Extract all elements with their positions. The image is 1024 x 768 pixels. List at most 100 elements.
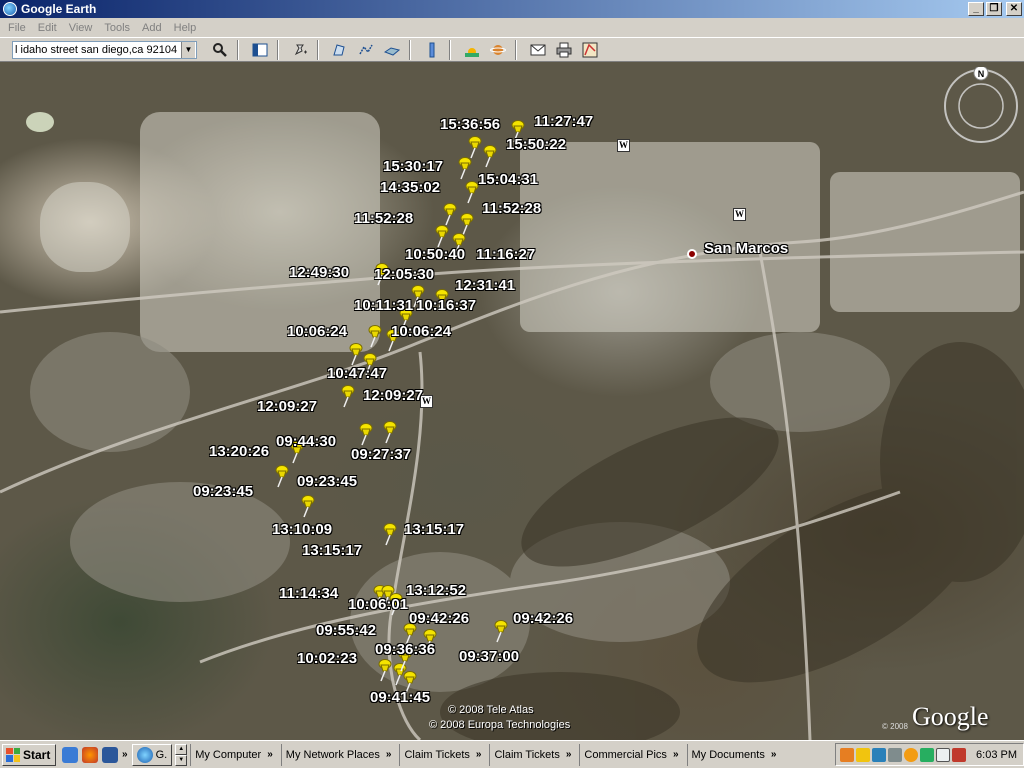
timestamp-label[interactable]: 09:27:37 [351, 446, 411, 463]
pushpin-icon[interactable] [491, 619, 509, 643]
timestamp-label[interactable]: 09:36:36 [375, 641, 435, 658]
timestamp-label[interactable]: 09:55:42 [316, 622, 376, 639]
timestamp-label[interactable]: 10:47:47 [327, 365, 387, 382]
mail-icon[interactable] [936, 747, 951, 762]
search-dropdown-button[interactable]: ▼ [181, 41, 195, 58]
link-my-documents[interactable]: My Documents » [686, 743, 785, 766]
timestamp-label[interactable]: 14:35:02 [380, 179, 440, 196]
flower-icon[interactable] [904, 747, 919, 762]
pushpin-icon[interactable] [455, 156, 473, 180]
tray-app-icon[interactable] [840, 747, 855, 762]
pushpin-icon[interactable] [380, 420, 398, 444]
city-marker[interactable] [687, 249, 697, 259]
restore-button[interactable]: ❐ [986, 2, 1002, 16]
pushpin-icon[interactable] [272, 464, 290, 488]
timestamp-label[interactable]: 09:23:45 [297, 473, 357, 490]
timestamp-label[interactable]: 10:06:24 [391, 323, 451, 340]
timestamp-label[interactable]: 13:20:26 [209, 443, 269, 460]
pushpin-icon[interactable] [365, 324, 383, 348]
menu-view[interactable]: View [63, 22, 99, 34]
timestamp-label[interactable]: 10:02:23 [297, 650, 357, 667]
search-combo[interactable]: ▼ [12, 40, 197, 59]
firefox-icon[interactable] [82, 746, 98, 763]
timestamp-label[interactable]: 11:16:27 [476, 246, 535, 263]
link-my-computer[interactable]: My Computer » [190, 743, 281, 766]
timestamp-label[interactable]: 09:44:30 [276, 433, 336, 450]
timestamp-label[interactable]: 11:52:28 [482, 200, 541, 217]
timestamp-label[interactable]: 13:12:52 [406, 582, 466, 599]
wikipedia-icon[interactable]: W [733, 208, 746, 221]
add-path-button[interactable] [355, 40, 377, 60]
timestamp-label[interactable]: 09:41:45 [370, 689, 430, 706]
sunlight-button[interactable] [461, 40, 483, 60]
map-viewport[interactable]: W W W San Marcos 15:36:56 11:27:47 15:50:2… [0, 62, 1024, 740]
link-commercial-pics[interactable]: Commercial Pics » [579, 743, 686, 766]
timestamp-label[interactable]: 15:04:31 [478, 171, 538, 188]
menu-add[interactable]: Add [136, 22, 168, 34]
menu-edit[interactable]: Edit [32, 22, 63, 34]
timestamp-label[interactable]: 12:05:30 [374, 266, 434, 283]
quick-launch-chevron[interactable]: » [122, 749, 128, 760]
timestamp-label[interactable]: 09:23:45 [193, 483, 253, 500]
ruler-button[interactable] [421, 40, 443, 60]
ie-icon[interactable] [62, 746, 78, 763]
task-scroll[interactable]: ▲ ▼ [175, 743, 188, 766]
timestamp-label[interactable]: 11:52:28 [354, 210, 413, 227]
view-in-maps-button[interactable] [579, 40, 601, 60]
navigation-compass[interactable]: N [942, 67, 1020, 145]
menu-tools[interactable]: Tools [98, 22, 136, 34]
timestamp-label[interactable]: 12:49:30 [289, 264, 349, 281]
timestamp-label[interactable]: 11:27:47 [534, 113, 593, 130]
word-icon[interactable] [102, 746, 118, 763]
menu-file[interactable]: File [2, 22, 32, 34]
network-icon[interactable] [872, 747, 887, 762]
print-button[interactable] [553, 40, 575, 60]
pushpin-icon[interactable] [338, 384, 356, 408]
sidebar-toggle-button[interactable] [249, 40, 271, 60]
pushpin-icon[interactable] [480, 144, 498, 168]
timestamp-label[interactable]: 15:50:22 [506, 136, 566, 153]
menu-help[interactable]: Help [168, 22, 203, 34]
pushpin-icon[interactable] [440, 202, 458, 226]
email-button[interactable] [527, 40, 549, 60]
timestamp-label[interactable]: 13:15:17 [302, 542, 362, 559]
add-overlay-button[interactable] [381, 40, 403, 60]
timestamp-label[interactable]: 12:09:27 [257, 398, 317, 415]
search-button[interactable] [209, 40, 231, 60]
task-google-earth[interactable]: G. [131, 743, 173, 766]
security-icon[interactable] [952, 747, 967, 762]
search-input[interactable] [13, 41, 181, 58]
pushpin-icon[interactable] [380, 522, 398, 546]
timestamp-label[interactable]: 13:10:09 [272, 521, 332, 538]
timestamp-label[interactable]: 13:15:17 [404, 521, 464, 538]
pushpin-icon[interactable] [298, 494, 316, 518]
volume-icon[interactable] [888, 747, 903, 762]
timestamp-label[interactable]: 12:31:41 [455, 277, 515, 294]
link-claim-tickets[interactable]: Claim Tickets » [399, 743, 489, 766]
close-button[interactable]: ✕ [1006, 2, 1022, 16]
link-claim-tickets-2[interactable]: Claim Tickets » [489, 743, 579, 766]
timestamp-label[interactable]: 10:11:31 [354, 297, 413, 314]
timestamp-label[interactable]: 15:30:17 [383, 158, 443, 175]
timestamp-label[interactable]: 09:37:00 [459, 648, 519, 665]
city-label[interactable]: San Marcos [704, 240, 788, 257]
timestamp-label[interactable]: 09:42:26 [409, 610, 469, 627]
shield-icon[interactable] [856, 747, 871, 762]
wikipedia-icon[interactable]: W [617, 139, 630, 152]
start-button[interactable]: Start [2, 743, 56, 766]
timestamp-label[interactable]: 11:14:34 [279, 585, 338, 602]
pushpin-icon[interactable] [356, 422, 374, 446]
pushpin-icon[interactable] [375, 658, 393, 682]
timestamp-label[interactable]: 10:50:40 [405, 246, 465, 263]
add-polygon-button[interactable] [329, 40, 351, 60]
timestamp-label[interactable]: 12:09:27 [363, 387, 423, 404]
link-my-network-places[interactable]: My Network Places » [280, 743, 400, 766]
timestamp-label[interactable]: 10:16:37 [416, 297, 476, 314]
add-placemark-button[interactable] [289, 40, 311, 60]
timestamp-label[interactable]: 09:42:26 [513, 610, 573, 627]
timestamp-label[interactable]: 10:06:01 [348, 596, 408, 613]
battery-icon[interactable] [920, 747, 935, 762]
pushpin-icon[interactable] [432, 224, 450, 248]
sky-switch-button[interactable] [487, 40, 509, 60]
timestamp-label[interactable]: 15:36:56 [440, 116, 500, 133]
